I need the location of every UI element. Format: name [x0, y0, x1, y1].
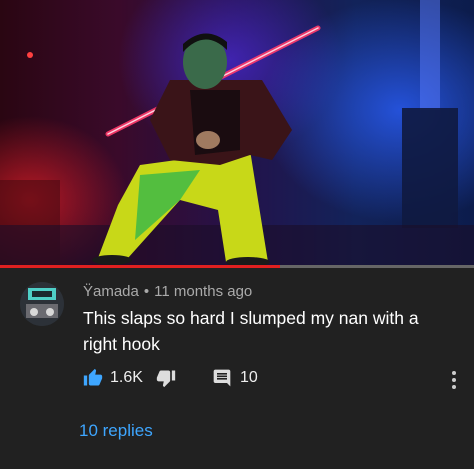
more-options-button[interactable]	[444, 368, 464, 392]
dislike-button[interactable]	[156, 368, 176, 388]
view-replies-link[interactable]: 10 replies	[79, 421, 153, 441]
like-button[interactable]: 1.6K	[83, 368, 143, 388]
video-progress-bar[interactable]	[0, 265, 474, 268]
thumbs-up-icon	[83, 368, 103, 386]
dancer-scene-image	[0, 0, 474, 266]
avatar[interactable]	[20, 282, 64, 326]
more-vertical-icon	[452, 371, 456, 389]
meta-separator: •	[143, 283, 150, 300]
comment-author[interactable]: Ÿamada	[83, 283, 139, 300]
video-thumbnail[interactable]	[0, 0, 474, 266]
avatar-image	[20, 282, 64, 326]
video-progress-played	[0, 265, 280, 268]
comment-meta: Ÿamada • 11 months ago	[83, 283, 252, 300]
thumbs-down-icon	[156, 370, 176, 388]
reply-button[interactable]: 10	[212, 368, 258, 388]
comment-icon	[213, 369, 231, 387]
comment-text: This slaps so hard I slumped my nan with…	[83, 308, 419, 354]
reply-count: 10	[240, 369, 258, 386]
comment-timestamp: 11 months ago	[154, 283, 253, 300]
like-count: 1.6K	[110, 369, 143, 386]
